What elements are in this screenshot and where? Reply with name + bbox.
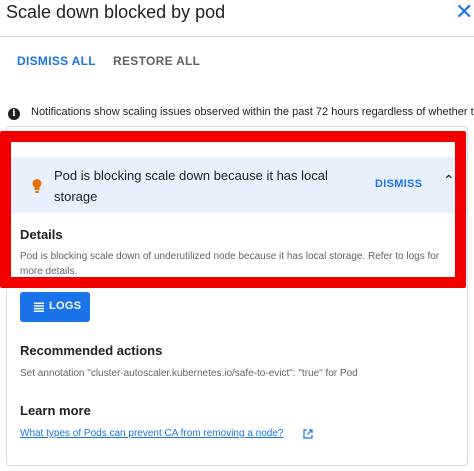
info-icon: i	[8, 108, 20, 120]
dismiss-button[interactable]: DISMISS	[375, 178, 422, 190]
external-link-icon[interactable]	[303, 429, 313, 439]
info-notice: i Notifications show scaling issues obse…	[8, 104, 474, 124]
details-heading: Details	[20, 227, 63, 242]
panel-header: Scale down blocked by pod ✕	[0, 0, 474, 36]
restore-all-button[interactable]: RESTORE ALL	[113, 54, 200, 68]
recommended-text: Set annotation "cluster-autoscaler.kuber…	[20, 368, 358, 379]
lightbulb-icon	[32, 179, 42, 193]
dismiss-all-button[interactable]: DISMISS ALL	[17, 54, 96, 68]
learn-more-heading: Learn more	[20, 403, 91, 418]
chevron-up-icon[interactable]: ⌃	[443, 172, 455, 189]
actions-bar: DISMISS ALL RESTORE ALL	[0, 36, 474, 84]
learn-more-link[interactable]: What types of Pods can prevent CA from r…	[20, 428, 283, 439]
logs-button-label: LOGS	[49, 300, 82, 312]
recommended-heading: Recommended actions	[20, 343, 163, 358]
close-icon[interactable]: ✕	[455, 1, 473, 23]
notification-card: Pod is blocking scale down because it ha…	[6, 126, 468, 466]
alert-message: Pod is blocking scale down because it ha…	[54, 168, 328, 204]
info-text: Notifications show scaling issues observ…	[31, 106, 474, 118]
details-text: Pod is blocking scale down of underutili…	[20, 251, 440, 277]
alert-row[interactable]: Pod is blocking scale down because it ha…	[9, 157, 467, 213]
logs-button[interactable]: LOGS	[20, 292, 90, 322]
list-icon	[34, 302, 44, 312]
panel-title: Scale down blocked by pod	[6, 2, 226, 22]
